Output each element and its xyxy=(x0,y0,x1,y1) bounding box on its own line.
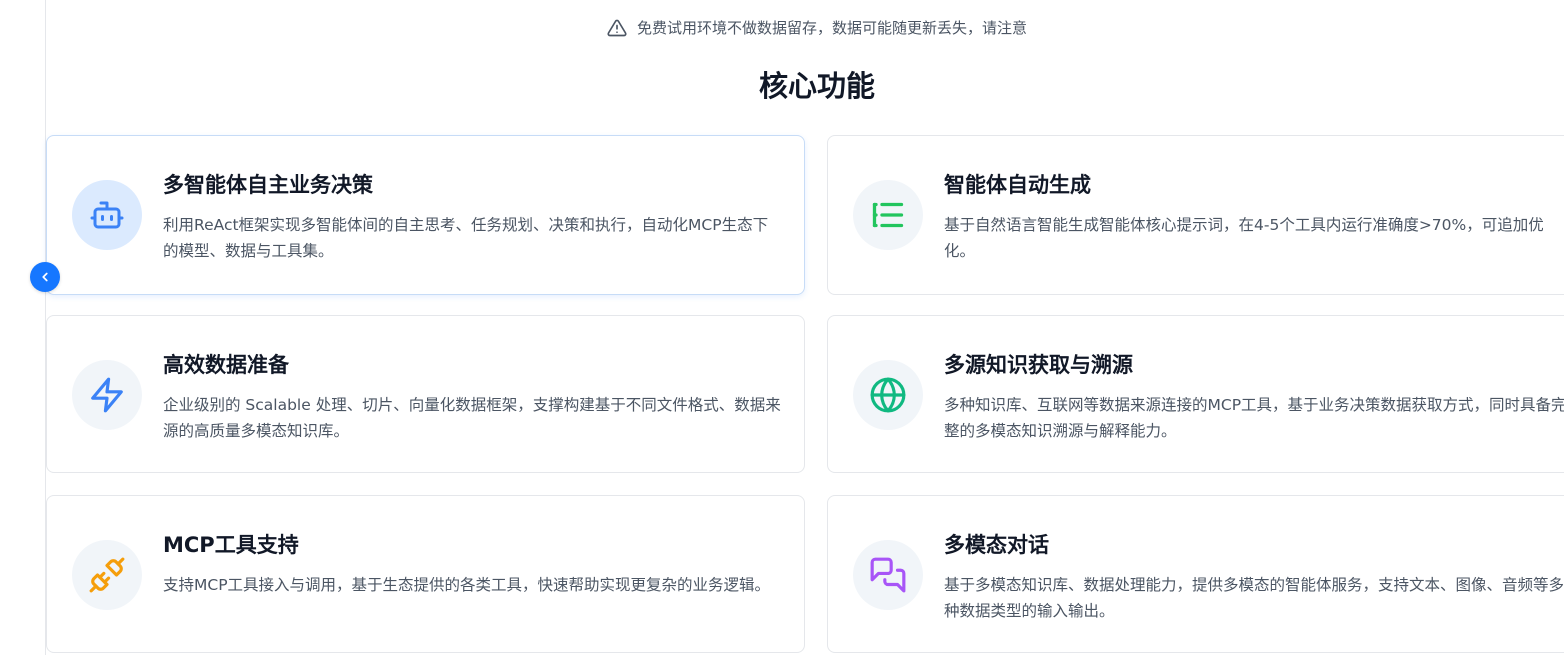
feature-description: 企业级别的 Scalable 处理、切片、向量化数据框架，支撑构建基于不同文件格… xyxy=(163,396,781,440)
feature-title: 多源知识获取与溯源 xyxy=(944,353,1133,377)
warning-triangle-icon xyxy=(607,18,627,38)
section-title: 核心功能 xyxy=(758,69,875,103)
feature-description: 基于自然语言智能生成智能体核心提示词，在4-5个工具内运行准确度>70%，可追加… xyxy=(944,216,1544,260)
feature-description: 基于多模态知识库、数据处理能力，提供多模态的智能体服务，支持文本、图像、音频等多… xyxy=(944,576,1564,620)
feature-title: MCP工具支持 xyxy=(163,533,299,557)
feature-card-multimodal-chat[interactable]: 多模态对话 基于多模态知识库、数据处理能力，提供多模态的智能体服务，支持文本、图… xyxy=(827,495,1564,653)
feature-title: 智能体自动生成 xyxy=(944,173,1091,197)
chat-bubbles-icon xyxy=(853,540,923,610)
plug-icon xyxy=(72,540,142,610)
feature-description: 多种知识库、互联网等数据来源连接的MCP工具，基于业务决策数据获取方式，同时具备… xyxy=(944,396,1564,440)
carousel-prev-button[interactable] xyxy=(30,262,60,292)
list-icon xyxy=(853,180,923,250)
feature-card-efficient-data-prep[interactable]: 高效数据准备 企业级别的 Scalable 处理、切片、向量化数据框架，支撑构建… xyxy=(46,315,805,473)
trial-notice: 免费试用环境不做数据留存，数据可能随更新丢失，请注意 xyxy=(0,16,1564,45)
feature-card-multi-source-knowledge[interactable]: 多源知识获取与溯源 多种知识库、互联网等数据来源连接的MCP工具，基于业务决策数… xyxy=(827,315,1564,473)
feature-title: 多智能体自主业务决策 xyxy=(163,173,373,197)
feature-description: 支持MCP工具接入与调用，基于生态提供的各类工具，快速帮助实现更复杂的业务逻辑。 xyxy=(163,576,771,594)
feature-title: 高效数据准备 xyxy=(163,353,289,377)
feature-title: 多模态对话 xyxy=(944,533,1049,557)
feature-description: 利用ReAct框架实现多智能体间的自主思考、任务规划、决策和执行，自动化MCP生… xyxy=(163,216,769,260)
globe-icon xyxy=(853,360,923,430)
feature-card-agent-auto-generation[interactable]: 智能体自动生成 基于自然语言智能生成智能体核心提示词，在4-5个工具内运行准确度… xyxy=(827,135,1564,295)
feature-card-multi-agent-decision[interactable]: 多智能体自主业务决策 利用ReAct框架实现多智能体间的自主思考、任务规划、决策… xyxy=(46,135,805,295)
robot-icon xyxy=(72,180,142,250)
feature-card-mcp-tools[interactable]: MCP工具支持 支持MCP工具接入与调用，基于生态提供的各类工具，快速帮助实现更… xyxy=(46,495,805,653)
notice-text: 免费试用环境不做数据留存，数据可能随更新丢失，请注意 xyxy=(636,19,1027,37)
lightning-icon xyxy=(72,360,142,430)
features-page: 免费试用环境不做数据留存，数据可能随更新丢失，请注意 核心功能 多智能体自主业务… xyxy=(0,0,1564,655)
chevron-left-icon xyxy=(38,270,52,284)
